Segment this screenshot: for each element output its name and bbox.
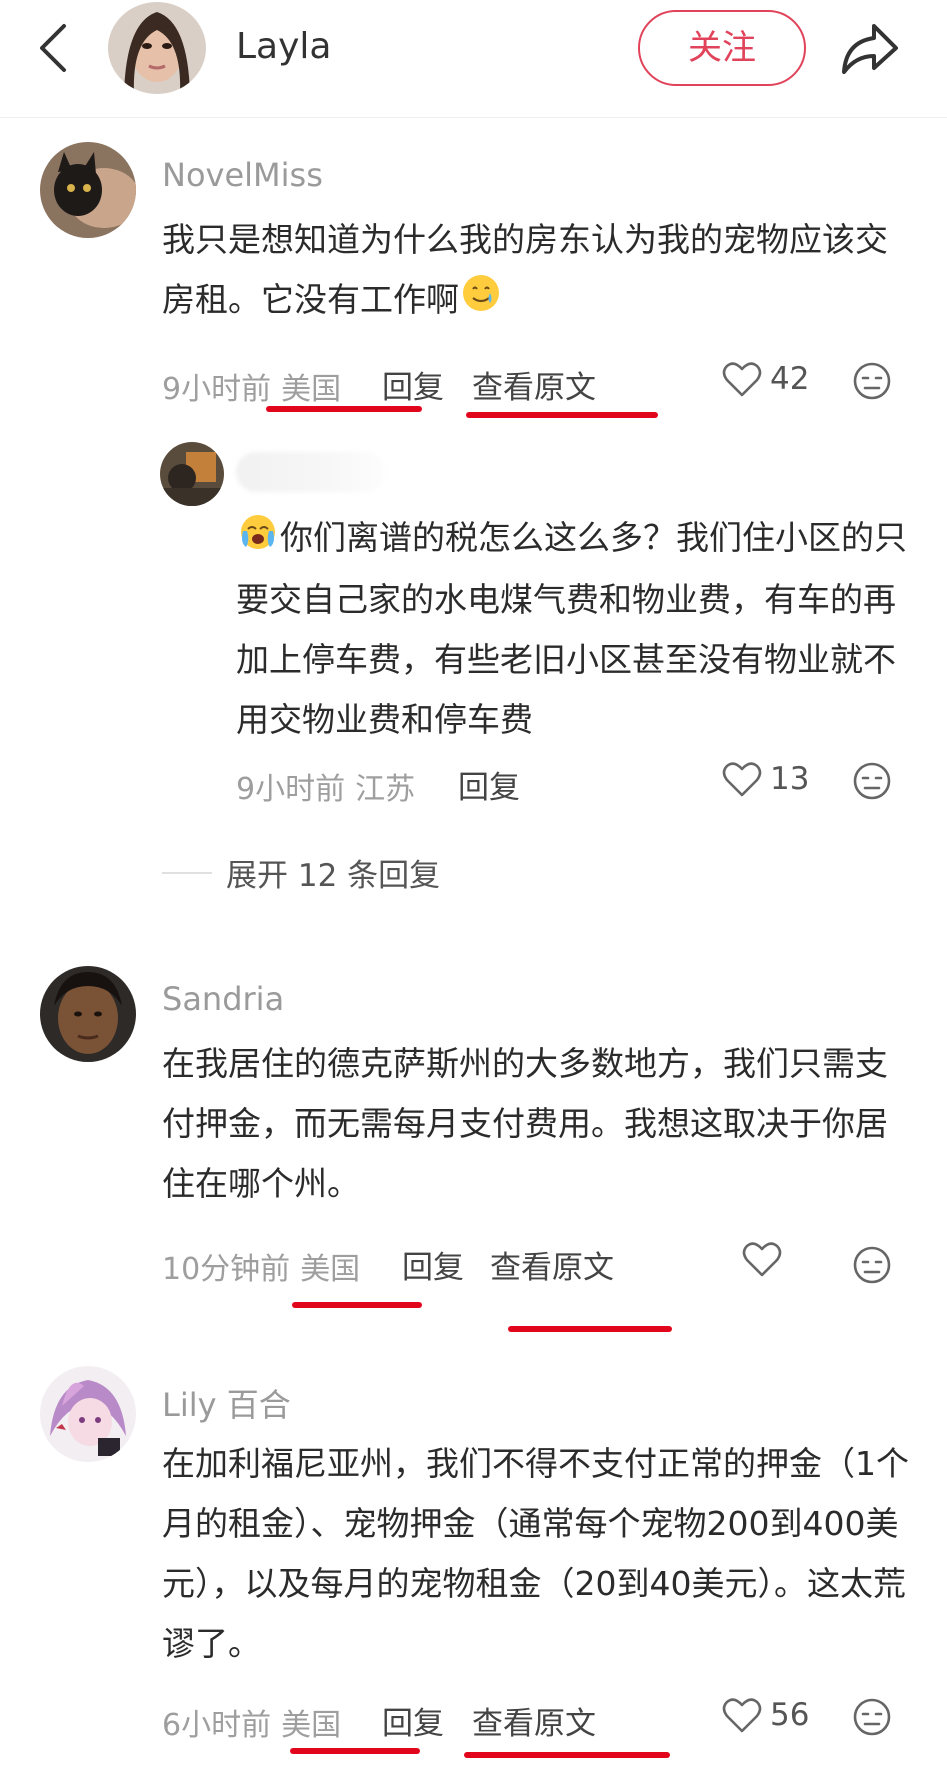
heart-icon: [722, 762, 762, 797]
follow-button[interactable]: 关注: [638, 10, 806, 86]
heart-icon: [722, 362, 762, 397]
avatar[interactable]: [40, 1366, 136, 1462]
like-button[interactable]: 42: [722, 360, 809, 404]
expand-divider: [162, 872, 212, 874]
profile-avatar[interactable]: [108, 2, 206, 94]
back-button[interactable]: [32, 22, 80, 74]
reply-username-blurred: [236, 452, 386, 492]
comment-time: 6小时前: [162, 1708, 272, 1743]
annotation-underline: [290, 1748, 420, 1754]
comment-meta: 6小时前 美国: [162, 1700, 341, 1744]
reply-button[interactable]: 回复: [458, 762, 520, 807]
crying-face-icon: [238, 510, 278, 570]
reply-meta: 9小时前 江苏: [236, 764, 415, 808]
heart-icon: [722, 1698, 762, 1733]
neutral-face-icon: [853, 362, 891, 400]
comment-text: 在加利福尼亚州，我们不得不支付正常的押金（1个月的租金）、宠物押金（通常每个宠物…: [162, 1444, 909, 1663]
reply-button[interactable]: 回复: [382, 1698, 444, 1743]
neutral-face-icon: [853, 762, 891, 800]
annotation-underline: [508, 1326, 672, 1332]
like-count: 13: [770, 761, 810, 797]
like-button[interactable]: [742, 1240, 790, 1284]
reply-text-body: 你们离谱的税怎么这么多？我们住小区的只要交自己家的水电煤气费和物业费，有车的再加…: [236, 518, 907, 739]
reply-button[interactable]: 回复: [402, 1242, 464, 1287]
comment-region: 美国: [281, 1708, 342, 1743]
top-bar: Layla 关注: [0, 0, 947, 118]
heart-icon: [742, 1242, 782, 1277]
like-count: 56: [770, 1697, 810, 1733]
annotation-underline: [464, 1752, 670, 1758]
annotation-underline: [466, 412, 658, 418]
reply-button[interactable]: 回复: [382, 362, 444, 407]
comment-text: 在我居住的德克萨斯州的大多数地方，我们只需支付押金，而无需每月支付费用。我想这取…: [162, 1044, 888, 1203]
like-button[interactable]: 13: [722, 760, 809, 804]
avatar[interactable]: [40, 142, 136, 238]
like-button[interactable]: 56: [722, 1696, 809, 1740]
comment-username[interactable]: Sandria: [162, 980, 284, 1018]
share-arrow-icon: [842, 24, 898, 74]
annotation-underline: [292, 1302, 422, 1308]
chevron-left-icon: [40, 24, 66, 72]
comment-text-body: 我只是想知道为什么我的房东认为我的宠物应该交房租。它没有工作啊: [162, 220, 888, 319]
neutral-face-icon: [853, 1246, 891, 1284]
reply-region: 江苏: [355, 772, 416, 807]
comment-username[interactable]: Lily 百合: [162, 1380, 291, 1426]
comment-time: 9小时前: [162, 372, 272, 407]
comment-region: 美国: [281, 372, 342, 407]
comment-username[interactable]: NovelMiss: [162, 156, 323, 194]
reply-text: 你们离谱的税怎么这么多？我们住小区的只要交自己家的水电煤气费和物业费，有车的再加…: [236, 508, 916, 750]
comment-text: 我只是想知道为什么我的房东认为我的宠物应该交房租。它没有工作啊: [162, 210, 912, 332]
like-count: 42: [770, 361, 810, 397]
reply-time: 9小时前: [236, 772, 346, 807]
annotation-underline: [266, 406, 422, 412]
comment-meta: 10分钟前 美国: [162, 1244, 360, 1288]
view-original-button[interactable]: 查看原文: [490, 1242, 614, 1287]
comment-meta: 9小时前 美国: [162, 364, 341, 408]
expand-replies-button[interactable]: 展开 12 条回复: [226, 850, 440, 895]
reply-avatar[interactable]: [160, 442, 224, 506]
dislike-button[interactable]: [852, 1245, 892, 1285]
profile-name: Layla: [236, 26, 332, 67]
share-button[interactable]: [838, 18, 900, 78]
comment-region: 美国: [300, 1252, 361, 1287]
view-original-button[interactable]: 查看原文: [472, 362, 596, 407]
neutral-face-icon: [853, 1698, 891, 1736]
avatar[interactable]: [40, 966, 136, 1062]
view-original-button[interactable]: 查看原文: [472, 1698, 596, 1743]
dislike-button[interactable]: [852, 361, 892, 401]
dislike-button[interactable]: [852, 1697, 892, 1737]
dislike-button[interactable]: [852, 761, 892, 801]
comment-time: 10分钟前: [162, 1252, 291, 1287]
smiling-tear-icon: [461, 272, 501, 332]
